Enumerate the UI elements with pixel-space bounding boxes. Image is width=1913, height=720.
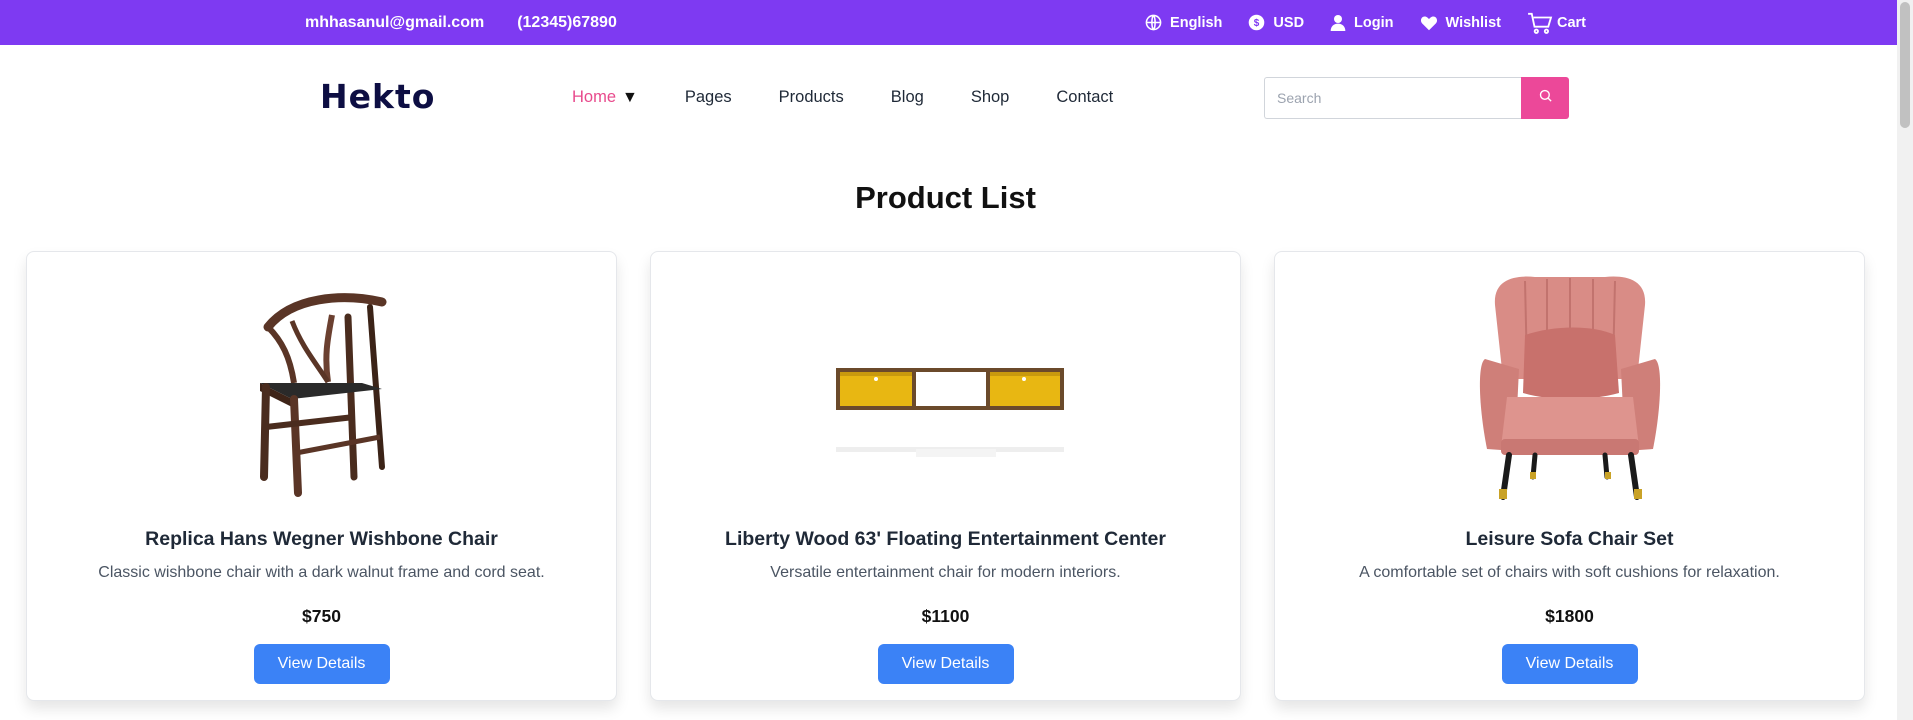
globe-icon [1145,14,1162,31]
search-icon [1538,88,1553,108]
cart-icon [1527,12,1553,34]
top-bar: mhhasanul@gmail.com (12345)67890 English… [0,0,1897,45]
dollar-icon: $ [1248,14,1265,31]
product-image-floating-tv-console[interactable] [651,267,1240,507]
currency-selector[interactable]: $ USD [1248,14,1304,31]
scrollbar-thumb[interactable] [1900,2,1910,128]
product-description: Versatile entertainment chair for modern… [770,564,1121,581]
svg-text:$: $ [1254,18,1260,29]
search-bar [1264,77,1569,119]
currency-label: USD [1273,14,1305,31]
product-price: $1100 [921,606,970,626]
language-selector[interactable]: English [1145,14,1222,31]
product-description: Classic wishbone chair with a dark walnu… [98,564,545,581]
page-title: Product List [855,180,1036,215]
product-name[interactable]: Leisure Sofa Chair Set [1275,528,1864,551]
chevron-down-icon: ▼ [622,88,638,106]
logo[interactable]: Hekto [320,77,435,116]
nav-menu: Home ▼ Pages Products Blog Shop Contact [572,45,1113,150]
cart-link[interactable]: Cart [1527,12,1586,34]
product-list: Replica Hans Wegner Wishbone Chair Class… [26,251,1865,701]
view-details-button[interactable]: View Details [1501,644,1638,684]
nav-item-pages[interactable]: Pages [685,88,732,107]
cart-label: Cart [1556,14,1586,31]
search-input[interactable] [1264,77,1521,119]
wishlist-label: Wishlist [1445,14,1501,31]
nav-item-shop[interactable]: Shop [971,88,1010,107]
page-scrollbar[interactable] [1897,0,1913,720]
nav-item-home[interactable]: Home ▼ [572,88,638,107]
top-utilities: English $ USD Login Wishlist Cart [1145,0,1586,45]
product-image-pink-armchair[interactable] [1275,267,1864,507]
nav-item-contact[interactable]: Contact [1056,88,1113,107]
product-name[interactable]: Replica Hans Wegner Wishbone Chair [27,528,616,551]
product-name[interactable]: Liberty Wood 63' Floating Entertainment … [651,528,1240,551]
product-price: $1800 [1545,606,1594,626]
view-details-button[interactable]: View Details [253,644,390,684]
product-card: Replica Hans Wegner Wishbone Chair Class… [26,251,617,701]
login-link[interactable]: Login [1330,14,1394,32]
view-details-button[interactable]: View Details [877,644,1014,684]
nav-item-blog[interactable]: Blog [891,88,924,107]
contact-phone[interactable]: (12345)67890 [517,14,617,32]
language-label: English [1170,14,1223,31]
product-card: Liberty Wood 63' Floating Entertainment … [650,251,1241,701]
search-button[interactable] [1521,77,1569,119]
product-description: A comfortable set of chairs with soft cu… [1359,564,1780,581]
wishlist-link[interactable]: Wishlist [1420,15,1501,31]
main-navbar: Hekto Home ▼ Pages Products Blog Shop Co… [0,45,1897,150]
user-icon [1330,14,1346,32]
product-image-wishbone-chair[interactable] [27,267,616,507]
nav-item-products[interactable]: Products [779,88,844,107]
heart-icon [1420,15,1438,31]
nav-item-label: Home [572,88,617,106]
contact-info: mhhasanul@gmail.com (12345)67890 [305,0,617,45]
contact-email[interactable]: mhhasanul@gmail.com [305,14,484,32]
login-label: Login [1354,14,1394,31]
product-price: $750 [302,606,341,626]
product-card: Leisure Sofa Chair Set A comfortable set… [1274,251,1865,701]
